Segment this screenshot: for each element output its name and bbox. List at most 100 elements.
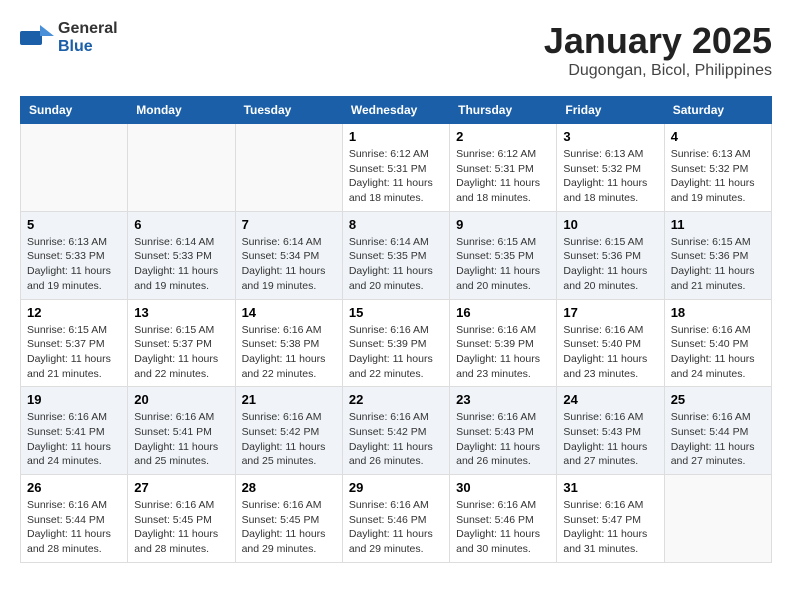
- day-info: Sunrise: 6:14 AMSunset: 5:35 PMDaylight:…: [349, 235, 443, 294]
- calendar-cell: 12 Sunrise: 6:15 AMSunset: 5:37 PMDayligh…: [21, 299, 128, 387]
- day-info: Sunrise: 6:16 AMSunset: 5:41 PMDaylight:…: [27, 410, 121, 469]
- logo-blue: Blue: [58, 38, 93, 55]
- calendar-week-row: 12 Sunrise: 6:15 AMSunset: 5:37 PMDayligh…: [21, 299, 772, 387]
- calendar-cell: 16Sunrise: 6:16 AMSunset: 5:39 PMDayligh…: [450, 299, 557, 387]
- calendar-cell: 10 Sunrise: 6:15 AMSunset: 5:36 PMDayligh…: [557, 211, 664, 299]
- calendar-week-row: 19 Sunrise: 6:16 AMSunset: 5:41 PMDayligh…: [21, 387, 772, 475]
- day-number: 12: [27, 305, 121, 320]
- logo: General Blue: [20, 20, 118, 56]
- calendar-cell: [128, 124, 235, 212]
- title-block: January 2025 Dugongan, Bicol, Philippine…: [544, 20, 772, 80]
- day-info: Sunrise: 6:16 AMSunset: 5:44 PMDaylight:…: [671, 410, 765, 469]
- day-info: Sunrise: 6:16 AMSunset: 5:43 PMDaylight:…: [563, 410, 657, 469]
- calendar-cell: [235, 124, 342, 212]
- day-info: Sunrise: 6:16 AMSunset: 5:47 PMDaylight:…: [563, 498, 657, 557]
- day-info: Sunrise: 6:15 AMSunset: 5:36 PMDaylight:…: [563, 235, 657, 294]
- day-info: Sunrise: 6:15 AMSunset: 5:35 PMDaylight:…: [456, 235, 550, 294]
- calendar-cell: 9 Sunrise: 6:15 AMSunset: 5:35 PMDaylight…: [450, 211, 557, 299]
- calendar-cell: 27Sunrise: 6:16 AMSunset: 5:45 PMDayligh…: [128, 475, 235, 563]
- calendar-cell: 26Sunrise: 6:16 AMSunset: 5:44 PMDayligh…: [21, 475, 128, 563]
- calendar-cell: 14 Sunrise: 6:16 AMSunset: 5:38 PMDayligh…: [235, 299, 342, 387]
- day-number: 30: [456, 480, 550, 495]
- day-info: Sunrise: 6:16 AMSunset: 5:42 PMDaylight:…: [349, 410, 443, 469]
- calendar-cell: 7 Sunrise: 6:14 AMSunset: 5:34 PMDaylight…: [235, 211, 342, 299]
- day-info: Sunrise: 6:16 AMSunset: 5:41 PMDaylight:…: [134, 410, 228, 469]
- day-number: 11: [671, 217, 765, 232]
- calendar-cell: 11 Sunrise: 6:15 AMSunset: 5:36 PMDayligh…: [664, 211, 771, 299]
- day-info: Sunrise: 6:16 AMSunset: 5:38 PMDaylight:…: [242, 323, 336, 382]
- day-number: 1: [349, 129, 443, 144]
- col-header-saturday: Saturday: [664, 97, 771, 124]
- calendar-cell: 4Sunrise: 6:13 AMSunset: 5:32 PMDaylight…: [664, 124, 771, 212]
- day-number: 15: [349, 305, 443, 320]
- day-info: Sunrise: 6:16 AMSunset: 5:45 PMDaylight:…: [242, 498, 336, 557]
- calendar-cell: 25 Sunrise: 6:16 AMSunset: 5:44 PMDayligh…: [664, 387, 771, 475]
- day-info: Sunrise: 6:13 AMSunset: 5:32 PMDaylight:…: [563, 147, 657, 206]
- calendar-cell: 20 Sunrise: 6:16 AMSunset: 5:41 PMDayligh…: [128, 387, 235, 475]
- day-number: 9: [456, 217, 550, 232]
- day-info: Sunrise: 6:16 AMSunset: 5:40 PMDaylight:…: [671, 323, 765, 382]
- day-number: 14: [242, 305, 336, 320]
- day-info: Sunrise: 6:16 AMSunset: 5:43 PMDaylight:…: [456, 410, 550, 469]
- col-header-wednesday: Wednesday: [342, 97, 449, 124]
- day-number: 22: [349, 392, 443, 407]
- day-info: Sunrise: 6:16 AMSunset: 5:40 PMDaylight:…: [563, 323, 657, 382]
- day-number: 28: [242, 480, 336, 495]
- col-header-friday: Friday: [557, 97, 664, 124]
- day-number: 13: [134, 305, 228, 320]
- day-info: Sunrise: 6:15 AMSunset: 5:37 PMDaylight:…: [27, 323, 121, 382]
- calendar-cell: 19 Sunrise: 6:16 AMSunset: 5:41 PMDayligh…: [21, 387, 128, 475]
- day-number: 7: [242, 217, 336, 232]
- calendar-cell: 6 Sunrise: 6:14 AMSunset: 5:33 PMDaylight…: [128, 211, 235, 299]
- page-container: General Blue January 2025 Dugongan, Bico…: [0, 0, 792, 573]
- day-number: 8: [349, 217, 443, 232]
- month-title: January 2025: [544, 20, 772, 62]
- day-number: 6: [134, 217, 228, 232]
- day-number: 19: [27, 392, 121, 407]
- day-info: Sunrise: 6:16 AMSunset: 5:39 PMDaylight:…: [349, 323, 443, 382]
- calendar-cell: 18 Sunrise: 6:16 AMSunset: 5:40 PMDayligh…: [664, 299, 771, 387]
- day-info: Sunrise: 6:16 AMSunset: 5:46 PMDaylight:…: [349, 498, 443, 557]
- day-number: 25: [671, 392, 765, 407]
- day-number: 26: [27, 480, 121, 495]
- day-number: 29: [349, 480, 443, 495]
- calendar-table: SundayMondayTuesdayWednesdayThursdayFrid…: [20, 96, 772, 563]
- calendar-cell: 15 Sunrise: 6:16 AMSunset: 5:39 PMDayligh…: [342, 299, 449, 387]
- calendar-cell: 13 Sunrise: 6:15 AMSunset: 5:37 PMDayligh…: [128, 299, 235, 387]
- day-info: Sunrise: 6:16 AMSunset: 5:42 PMDaylight:…: [242, 410, 336, 469]
- calendar-header-row: SundayMondayTuesdayWednesdayThursdayFrid…: [21, 97, 772, 124]
- col-header-monday: Monday: [128, 97, 235, 124]
- logo-general: General: [58, 20, 118, 37]
- day-info: Sunrise: 6:13 AMSunset: 5:33 PMDaylight:…: [27, 235, 121, 294]
- day-info: Sunrise: 6:16 AMSunset: 5:39 PMDaylight:…: [456, 323, 550, 382]
- calendar-cell: 30Sunrise: 6:16 AMSunset: 5:46 PMDayligh…: [450, 475, 557, 563]
- day-number: 10: [563, 217, 657, 232]
- calendar-cell: 21 Sunrise: 6:16 AMSunset: 5:42 PMDayligh…: [235, 387, 342, 475]
- logo-icon: [20, 25, 54, 52]
- day-info: Sunrise: 6:15 AMSunset: 5:36 PMDaylight:…: [671, 235, 765, 294]
- calendar-week-row: 5Sunrise: 6:13 AMSunset: 5:33 PMDaylight…: [21, 211, 772, 299]
- calendar-cell: 8 Sunrise: 6:14 AMSunset: 5:35 PMDaylight…: [342, 211, 449, 299]
- day-number: 21: [242, 392, 336, 407]
- day-number: 4: [671, 129, 765, 144]
- calendar-cell: 5Sunrise: 6:13 AMSunset: 5:33 PMDaylight…: [21, 211, 128, 299]
- col-header-sunday: Sunday: [21, 97, 128, 124]
- calendar-cell: [664, 475, 771, 563]
- calendar-cell: 17 Sunrise: 6:16 AMSunset: 5:40 PMDayligh…: [557, 299, 664, 387]
- day-number: 23: [456, 392, 550, 407]
- day-number: 18: [671, 305, 765, 320]
- calendar-cell: 28 Sunrise: 6:16 AMSunset: 5:45 PMDayligh…: [235, 475, 342, 563]
- day-number: 24: [563, 392, 657, 407]
- day-info: Sunrise: 6:15 AMSunset: 5:37 PMDaylight:…: [134, 323, 228, 382]
- day-number: 31: [563, 480, 657, 495]
- day-info: Sunrise: 6:14 AMSunset: 5:33 PMDaylight:…: [134, 235, 228, 294]
- calendar-cell: 22 Sunrise: 6:16 AMSunset: 5:42 PMDayligh…: [342, 387, 449, 475]
- day-info: Sunrise: 6:14 AMSunset: 5:34 PMDaylight:…: [242, 235, 336, 294]
- col-header-tuesday: Tuesday: [235, 97, 342, 124]
- day-number: 17: [563, 305, 657, 320]
- calendar-cell: 3Sunrise: 6:13 AMSunset: 5:32 PMDaylight…: [557, 124, 664, 212]
- calendar-cell: [21, 124, 128, 212]
- day-info: Sunrise: 6:16 AMSunset: 5:45 PMDaylight:…: [134, 498, 228, 557]
- day-number: 20: [134, 392, 228, 407]
- calendar-cell: 24 Sunrise: 6:16 AMSunset: 5:43 PMDayligh…: [557, 387, 664, 475]
